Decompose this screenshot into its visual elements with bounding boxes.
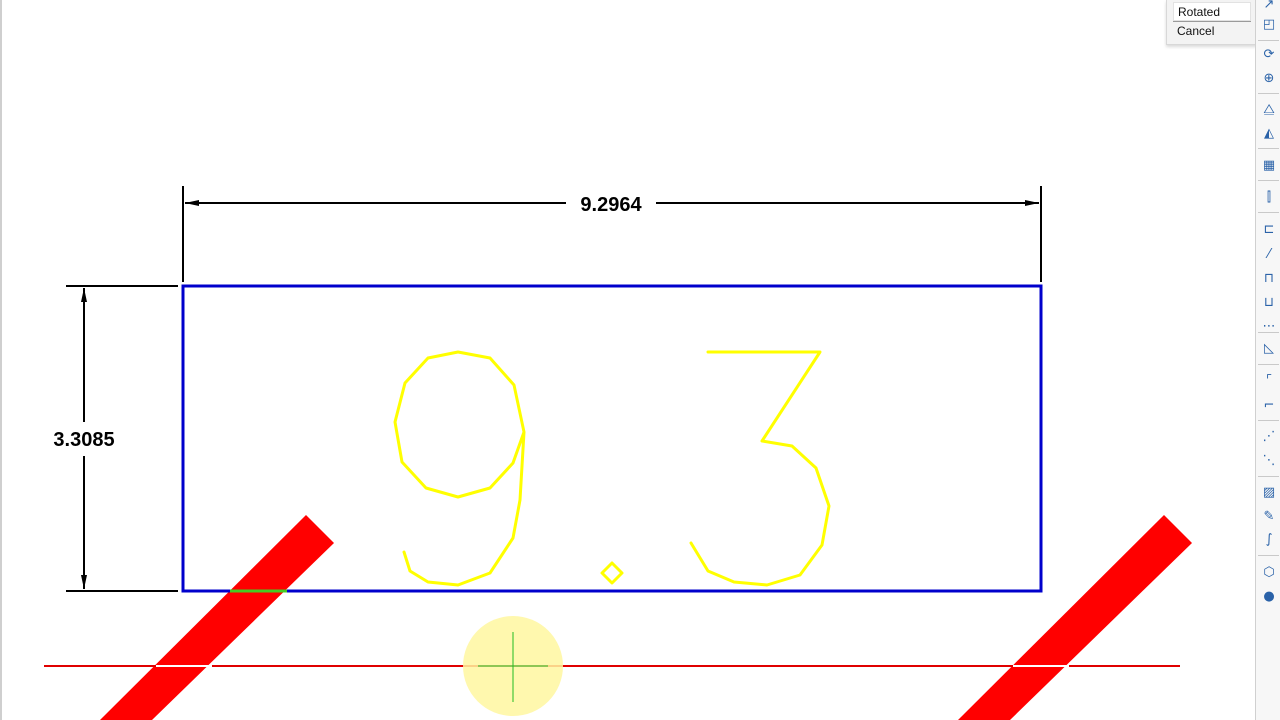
toolbar-separator [1258, 180, 1279, 181]
red-hatch-bar-right[interactable] [958, 515, 1192, 720]
horizontal-dimension[interactable]: 9.2964 [182, 186, 1042, 282]
glyph-three [689, 350, 831, 587]
hatch-icon[interactable]: ▨ [1259, 482, 1279, 502]
fillet-corner-icon[interactable]: ⌐ [1259, 395, 1279, 415]
join-icon[interactable]: ⊔ [1259, 292, 1279, 312]
menu-item-cancel[interactable]: Cancel [1173, 22, 1251, 41]
toolbar-separator [1258, 212, 1279, 213]
fillet-icon[interactable]: ⌜ [1259, 370, 1279, 390]
scale-icon[interactable]: ◰ [1259, 14, 1279, 34]
stretch-icon[interactable]: ⊏ [1259, 219, 1279, 239]
rotate-icon[interactable]: ⟳ [1259, 44, 1279, 64]
orbit-icon[interactable]: ⊕ [1259, 68, 1279, 88]
align-icon[interactable]: ⫿ [1259, 187, 1279, 207]
toolbar-separator [1258, 476, 1279, 477]
chamfer-icon[interactable]: ◺ [1259, 338, 1279, 358]
trim-icon[interactable]: ⁄ [1259, 244, 1279, 264]
edit-hatch-icon[interactable]: ✎ [1259, 506, 1279, 526]
sphere-icon[interactable]: ● [1259, 586, 1279, 606]
3d-box-icon[interactable]: ⬡ [1259, 562, 1279, 582]
vertical-dimension[interactable]: 3.3085 [53, 285, 178, 592]
glyph-nine [393, 350, 526, 587]
mirror-icon[interactable]: ⧋ [1259, 99, 1279, 119]
break-icon[interactable]: ⊓ [1259, 268, 1279, 288]
modify-toolbar: ↗ ◰ ⟳ ⊕ ⧋ ◭ ▦ ⫿ ⊏ ⁄ ⊓ ⊔ ⋯ ◺ ⌜ ⌐ ⋰ ⋱ ▨ ✎ … [1255, 0, 1280, 720]
red-hatch-bar-left[interactable] [100, 515, 334, 720]
drawing-canvas[interactable]: 9.2964 3.3085 [0, 0, 1280, 720]
toolbar-separator [1258, 148, 1279, 149]
vertical-dimension-text: 3.3085 [53, 429, 114, 451]
measure-icon[interactable]: ⋰ [1259, 426, 1279, 446]
toolbar-separator [1258, 93, 1279, 94]
glyph-dot [600, 561, 624, 585]
draw-order-icon[interactable]: ↗ [1259, 0, 1279, 14]
extend-icon[interactable]: ⋯ [1259, 316, 1279, 336]
menu-item-rotated[interactable]: Rotated [1173, 2, 1251, 21]
toolbar-separator [1258, 420, 1279, 421]
toolbar-separator [1258, 555, 1279, 556]
divide-icon[interactable]: ⋱ [1259, 450, 1279, 470]
horizontal-dimension-text: 9.2964 [580, 194, 642, 216]
spline-icon[interactable]: ∫ [1259, 529, 1279, 549]
toolbar-separator [1258, 332, 1279, 333]
array-icon[interactable]: ▦ [1259, 155, 1279, 175]
context-menu: Rotated Cancel [1166, 0, 1257, 45]
text-entity-9-3[interactable] [393, 350, 831, 587]
toolbar-separator [1258, 364, 1279, 365]
toolbar-separator [1258, 40, 1279, 41]
mirror-3d-icon[interactable]: ◭ [1259, 123, 1279, 143]
